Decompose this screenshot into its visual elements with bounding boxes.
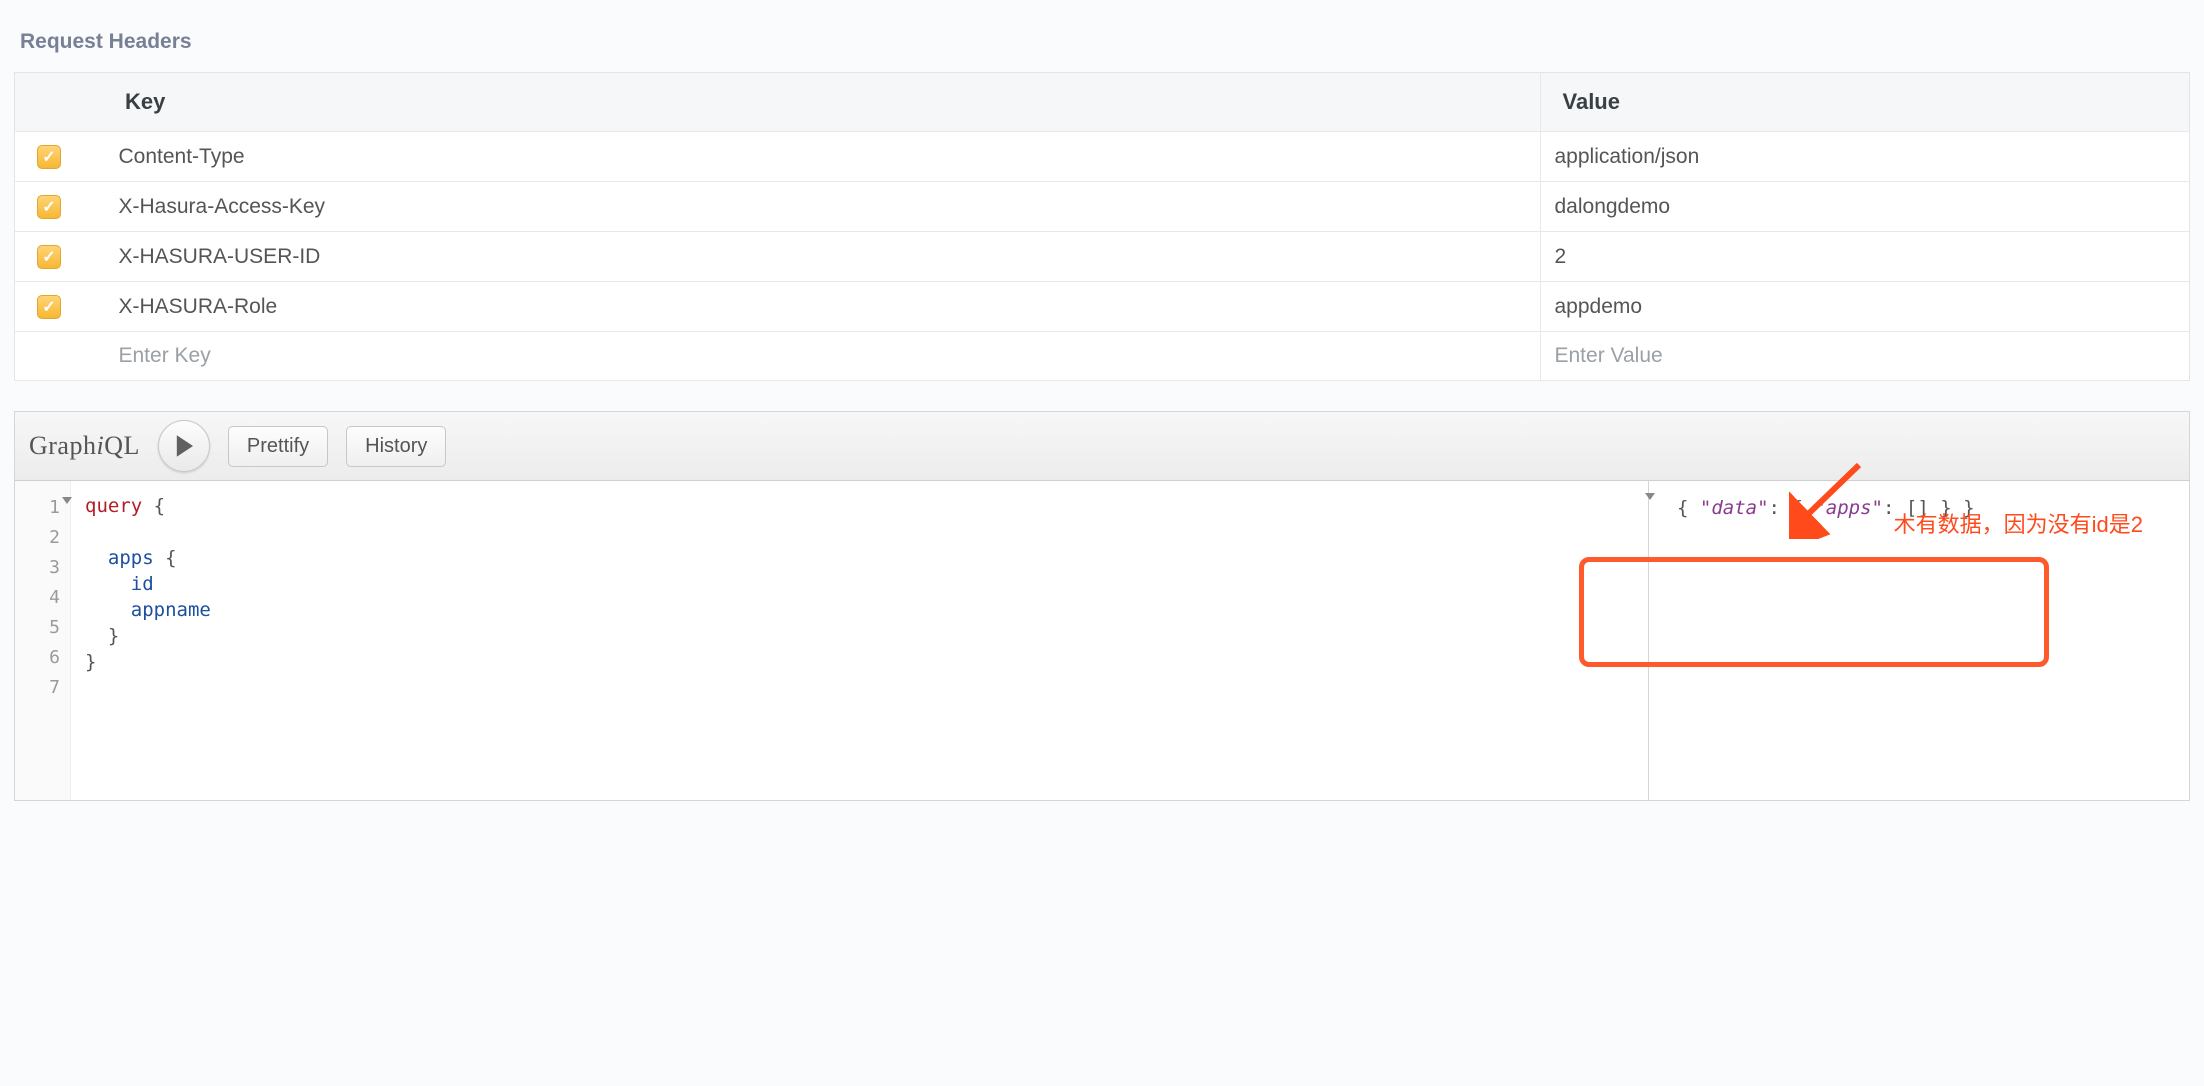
header-key-cell[interactable]: X-Hasura-Access-Key (105, 182, 1541, 232)
table-row: ✓ X-Hasura-Access-Key dalongdemo (15, 182, 2190, 232)
graphiql-logo: GraphiQL (29, 431, 140, 461)
line-gutter: 1 2 3 4 5 6 7 (15, 481, 71, 800)
editors-container: 1 2 3 4 5 6 7 query { apps { id appname … (14, 481, 2190, 801)
header-value-cell[interactable]: application/json (1540, 132, 2190, 182)
checkbox-icon[interactable]: ✓ (37, 245, 61, 269)
checkbox-icon[interactable]: ✓ (37, 195, 61, 219)
result-code: { "data": { "apps": [] } } (1655, 491, 2183, 525)
graphiql-toolbar: GraphiQL Prettify History (14, 411, 2190, 481)
execute-button[interactable] (158, 420, 210, 472)
headers-table: Key Value ✓ Content-Type application/jso… (14, 72, 2190, 381)
new-key-input[interactable] (119, 344, 1526, 368)
fold-marker-icon[interactable] (1645, 493, 1655, 500)
new-value-input[interactable] (1555, 344, 2176, 368)
column-header-key: Key (15, 73, 1541, 132)
header-key-cell[interactable]: Content-Type (105, 132, 1541, 182)
column-header-value: Value (1540, 73, 2190, 132)
history-button[interactable]: History (346, 426, 446, 467)
prettify-button[interactable]: Prettify (228, 426, 328, 467)
fold-marker-icon[interactable] (62, 497, 72, 504)
table-row: ✓ X-HASURA-USER-ID 2 (15, 232, 2190, 282)
table-row: ✓ Content-Type application/json (15, 132, 2190, 182)
play-icon (175, 435, 193, 457)
header-value-cell[interactable]: 2 (1540, 232, 2190, 282)
table-row-new (15, 332, 2190, 381)
query-editor[interactable]: 1 2 3 4 5 6 7 query { apps { id appname … (15, 481, 1649, 800)
section-title: Request Headers (0, 18, 2204, 72)
header-key-cell[interactable]: X-HASURA-Role (105, 282, 1541, 332)
annotation-highlight-box (1579, 557, 2049, 667)
query-code[interactable]: query { apps { id appname } } (71, 481, 225, 800)
checkbox-icon[interactable]: ✓ (37, 145, 61, 169)
header-key-cell[interactable]: X-HASURA-USER-ID (105, 232, 1541, 282)
result-pane: { "data": { "apps": [] } } (1649, 481, 2189, 800)
checkbox-icon[interactable]: ✓ (37, 295, 61, 319)
header-value-cell[interactable]: dalongdemo (1540, 182, 2190, 232)
header-value-cell[interactable]: appdemo (1540, 282, 2190, 332)
table-row: ✓ X-HASURA-Role appdemo (15, 282, 2190, 332)
